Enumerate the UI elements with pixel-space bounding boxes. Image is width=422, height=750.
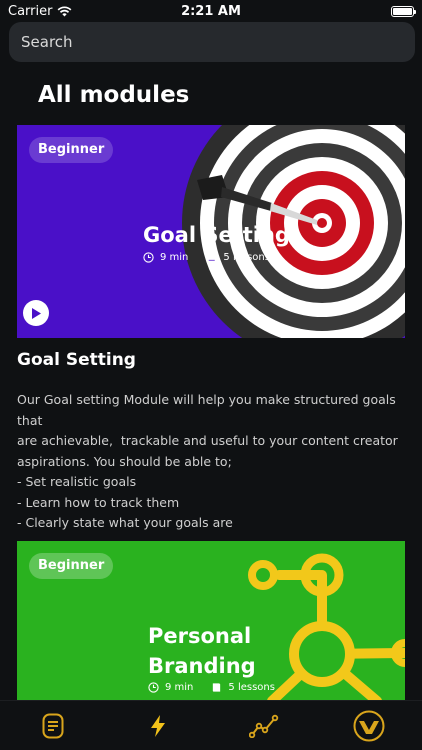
duration-label: 9 min [160, 252, 189, 263]
card-title-line: Personal [148, 624, 252, 648]
description-line: - Learn how to track them [17, 494, 180, 510]
duration-label: 9 min [165, 682, 194, 693]
tab-profile[interactable] [349, 706, 389, 746]
play-button[interactable] [23, 300, 49, 326]
carrier-label: Carrier [8, 3, 53, 19]
module-heading: Goal Setting [17, 350, 136, 370]
description-line: - Set realistic goals [17, 474, 137, 489]
logo-icon [353, 710, 385, 741]
description-line: Our Goal setting Module will help you ma… [17, 392, 400, 428]
search-input[interactable] [9, 22, 415, 62]
card-meta: 9 min 5 lessons [143, 252, 270, 263]
level-badge: Beginner [29, 137, 114, 163]
status-bar: Carrier 2:21 AM [0, 0, 422, 22]
tab-modules[interactable] [138, 706, 178, 746]
book-icon [213, 683, 221, 692]
clock-icon [143, 252, 154, 263]
card-title: Goal Setting [143, 223, 290, 247]
tab-notes[interactable] [33, 706, 73, 746]
description-line: are achievable, trackable and useful to … [17, 433, 398, 448]
chart-line-icon [248, 714, 278, 738]
card-title-line: Branding [148, 654, 256, 678]
card-meta: 9 min 5 lessons [148, 682, 275, 693]
clock-icon [148, 682, 159, 693]
notes-icon [42, 713, 64, 738]
book-icon [208, 253, 216, 262]
description-line: aspirations. You should be able to; [17, 453, 232, 469]
lessons-label: 5 lessons [223, 252, 270, 263]
tab-progress[interactable] [244, 706, 284, 746]
description-line: - Clearly state what your goals are [17, 515, 233, 530]
play-icon [32, 307, 41, 319]
lessons-label: 5 lessons [228, 682, 275, 693]
module-card-goal-setting[interactable]: Beginner Goal Setting 9 min 5 lessons [17, 125, 405, 338]
page-title: All modules [38, 82, 190, 108]
tab-bar [0, 700, 422, 750]
module-card-personal-branding[interactable]: Beginner Personal Branding 9 min 5 lesso… [17, 541, 405, 700]
wifi-icon [58, 5, 72, 16]
status-left: Carrier [8, 4, 72, 19]
lightning-icon [151, 714, 166, 737]
module-description: Our Goal setting Module will help you ma… [17, 390, 409, 534]
level-badge: Beginner [29, 553, 114, 579]
battery-icon [391, 5, 416, 17]
